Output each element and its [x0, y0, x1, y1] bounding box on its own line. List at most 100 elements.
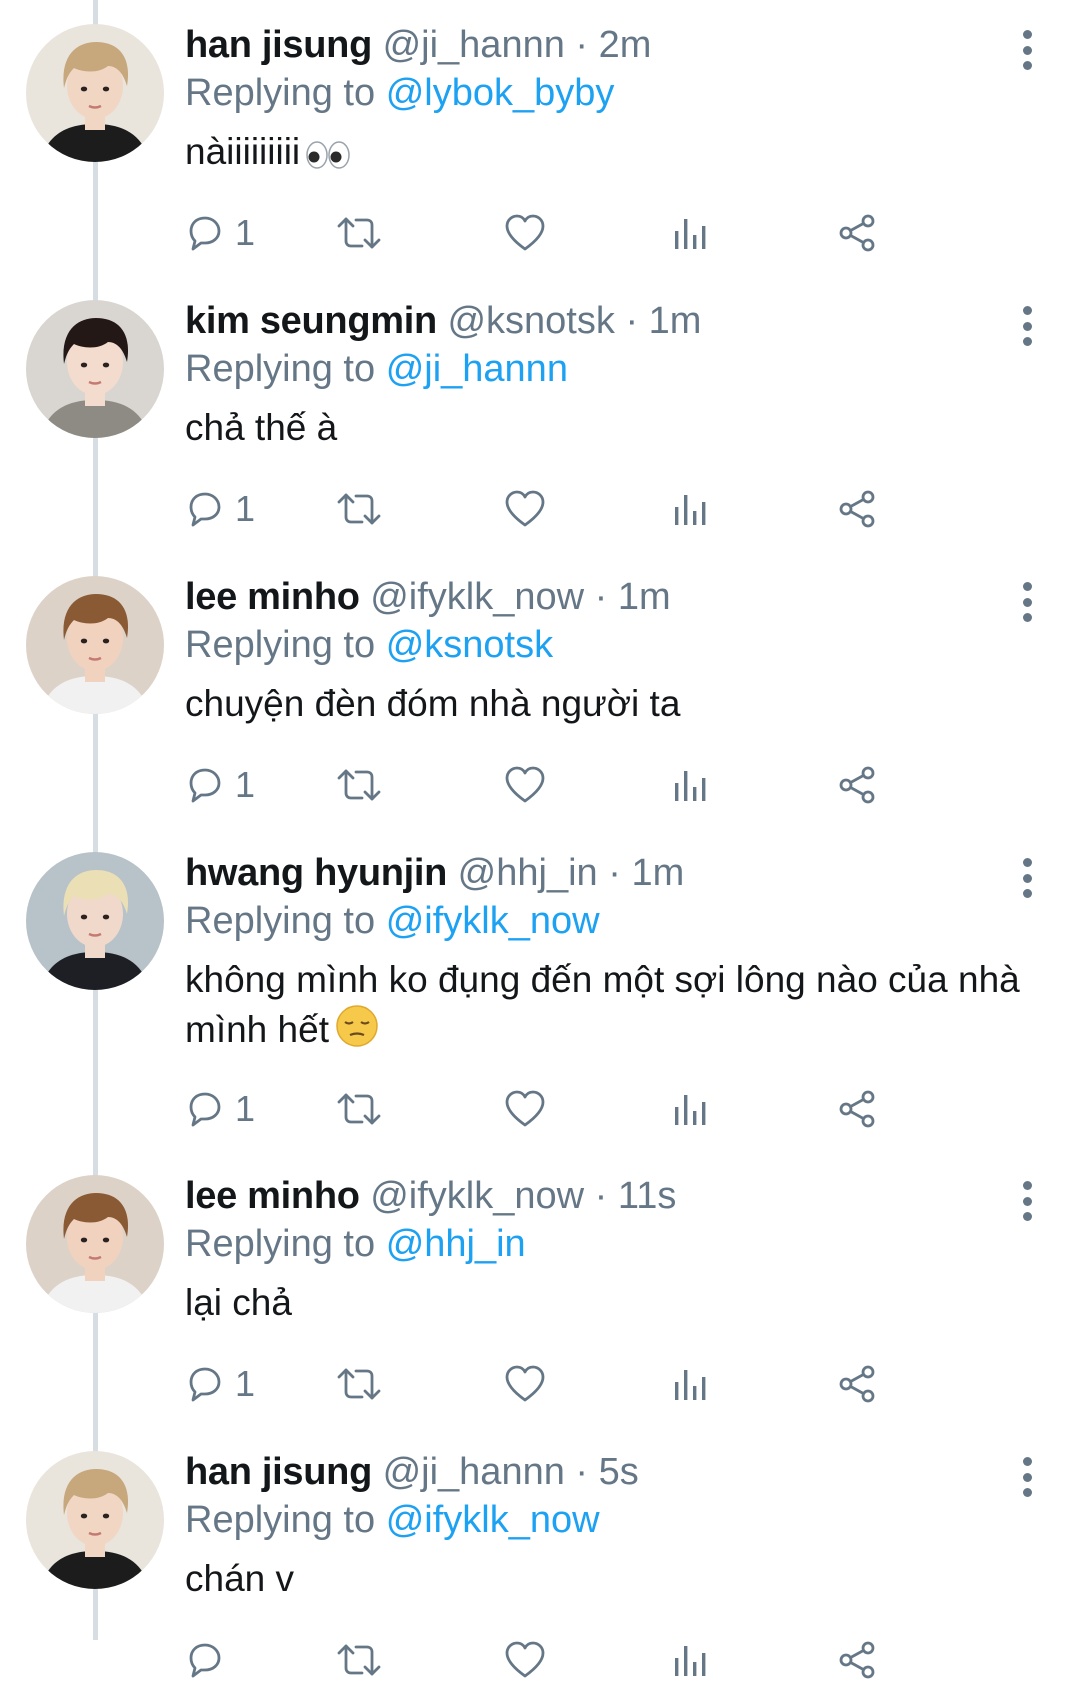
- like-button[interactable]: [505, 208, 545, 258]
- replying-to-mention[interactable]: @lybok_byby: [386, 72, 615, 114]
- tweet-text: chuyện đèn đóm nhà người ta: [185, 680, 1045, 728]
- avatar[interactable]: [26, 1451, 164, 1589]
- timestamp[interactable]: 1m: [649, 300, 702, 342]
- tweet[interactable]: han jisung @ji_hannn · 5s Replying to @i…: [0, 1427, 1079, 1688]
- replying-to-mention[interactable]: @ifyklk_now: [386, 900, 600, 942]
- tweet-text-body: chuyện đèn đóm nhà người ta: [185, 683, 681, 724]
- tweet-text: không mình ko đụng đến một sợi lông nào …: [185, 956, 1045, 1060]
- avatar[interactable]: [26, 1175, 164, 1313]
- retweet-button[interactable]: [337, 1635, 381, 1685]
- replying-to-line: Replying to @ji_hannn: [185, 344, 568, 394]
- timestamp[interactable]: 5s: [599, 1451, 639, 1493]
- like-button[interactable]: [505, 1084, 545, 1134]
- analytics-button[interactable]: [673, 484, 709, 534]
- reply-count: 1: [235, 1088, 256, 1129]
- analytics-button[interactable]: [673, 208, 709, 258]
- more-options-icon[interactable]: [1012, 302, 1042, 350]
- analytics-button[interactable]: [673, 760, 709, 810]
- separator-dot: ·: [575, 24, 589, 66]
- reply-button[interactable]: 1: [185, 1359, 255, 1409]
- more-options-icon[interactable]: [1012, 578, 1042, 626]
- like-icon: [505, 1090, 545, 1127]
- tweet-header: lee minho @ifyklk_now · 1m: [185, 572, 671, 622]
- user-handle[interactable]: @ji_hannn: [383, 1451, 565, 1493]
- reply-count: 1: [235, 1363, 256, 1404]
- like-button[interactable]: [505, 760, 545, 810]
- retweet-button[interactable]: [337, 208, 381, 258]
- reply-button[interactable]: 1: [185, 484, 255, 534]
- tweet[interactable]: hwang hyunjin @hhj_in · 1m Replying to @…: [0, 828, 1079, 1129]
- user-handle[interactable]: @ifyklk_now: [370, 1175, 584, 1217]
- display-name[interactable]: han jisung: [185, 24, 372, 66]
- separator-dot: ·: [575, 1451, 589, 1493]
- analytics-button[interactable]: [673, 1084, 709, 1134]
- avatar[interactable]: [26, 576, 164, 714]
- share-icon: [839, 490, 875, 528]
- replying-to-label: Replying to: [185, 348, 376, 390]
- timestamp[interactable]: 1m: [631, 852, 684, 894]
- separator-dot: ·: [594, 576, 608, 618]
- tweet[interactable]: han jisung @ji_hannn · 2m Replying to @l…: [0, 0, 1079, 276]
- avatar-image: [26, 576, 164, 714]
- analytics-button[interactable]: [673, 1359, 709, 1409]
- tweet-actions: 1: [185, 1359, 965, 1409]
- share-button[interactable]: [837, 484, 877, 534]
- replying-to-mention[interactable]: @hhj_in: [386, 1223, 526, 1265]
- replying-to-mention[interactable]: @ifyklk_now: [386, 1499, 600, 1541]
- display-name[interactable]: lee minho: [185, 576, 360, 618]
- replying-to-label: Replying to: [185, 900, 376, 942]
- reply-button[interactable]: 1: [185, 760, 255, 810]
- more-options-icon[interactable]: [1012, 26, 1042, 74]
- analytics-icon: [675, 771, 706, 801]
- reply-icon: [189, 1367, 221, 1402]
- user-handle[interactable]: @ji_hannn: [383, 24, 565, 66]
- analytics-button[interactable]: [673, 1635, 709, 1685]
- share-button[interactable]: [837, 1359, 877, 1409]
- more-options-icon[interactable]: [1012, 1453, 1042, 1501]
- user-handle[interactable]: @hhj_in: [458, 852, 598, 894]
- avatar[interactable]: [26, 24, 164, 162]
- retweet-button[interactable]: [337, 1084, 381, 1134]
- eyes-emoji: [306, 134, 352, 182]
- analytics-icon: [675, 219, 706, 249]
- reply-button[interactable]: 1: [185, 208, 255, 258]
- user-handle[interactable]: @ksnotsk: [447, 300, 614, 342]
- tweet-text: chán v: [185, 1555, 1045, 1603]
- replying-to-line: Replying to @hhj_in: [185, 1219, 526, 1269]
- more-options-icon[interactable]: [1012, 854, 1042, 902]
- avatar[interactable]: [26, 852, 164, 990]
- display-name[interactable]: han jisung: [185, 1451, 372, 1493]
- retweet-button[interactable]: [337, 760, 381, 810]
- avatar-image: [26, 1175, 164, 1313]
- separator-dot: ·: [608, 852, 621, 894]
- tweet[interactable]: kim seungmin @ksnotsk · 1m Replying to @…: [0, 276, 1079, 552]
- share-button[interactable]: [837, 208, 877, 258]
- like-button[interactable]: [505, 1359, 545, 1409]
- tweet-text-body: chả thế à: [185, 407, 338, 448]
- share-button[interactable]: [837, 1635, 877, 1685]
- replying-to-mention[interactable]: @ji_hannn: [386, 348, 568, 390]
- like-button[interactable]: [505, 484, 545, 534]
- reply-button[interactable]: [185, 1635, 225, 1685]
- tweet[interactable]: lee minho @ifyklk_now · 11s Replying to …: [0, 1151, 1079, 1427]
- more-options-icon[interactable]: [1012, 1177, 1042, 1225]
- tweet[interactable]: lee minho @ifyklk_now · 1m Replying to @…: [0, 552, 1079, 828]
- display-name[interactable]: lee minho: [185, 1175, 360, 1217]
- share-button[interactable]: [837, 760, 877, 810]
- like-button[interactable]: [505, 1635, 545, 1685]
- display-name[interactable]: hwang hyunjin: [185, 852, 447, 894]
- retweet-button[interactable]: [337, 1359, 381, 1409]
- retweet-button[interactable]: [337, 484, 381, 534]
- tweet-text: lại chả: [185, 1279, 1045, 1327]
- tweet-header: hwang hyunjin @hhj_in · 1m: [185, 848, 684, 898]
- analytics-icon: [675, 1370, 706, 1400]
- share-button[interactable]: [837, 1084, 877, 1134]
- timestamp[interactable]: 1m: [618, 576, 671, 618]
- display-name[interactable]: kim seungmin: [185, 300, 437, 342]
- user-handle[interactable]: @ifyklk_now: [370, 576, 584, 618]
- timestamp[interactable]: 11s: [618, 1175, 676, 1217]
- timestamp[interactable]: 2m: [599, 24, 652, 66]
- replying-to-mention[interactable]: @ksnotsk: [386, 624, 553, 666]
- reply-button[interactable]: 1: [185, 1084, 255, 1134]
- avatar[interactable]: [26, 300, 164, 438]
